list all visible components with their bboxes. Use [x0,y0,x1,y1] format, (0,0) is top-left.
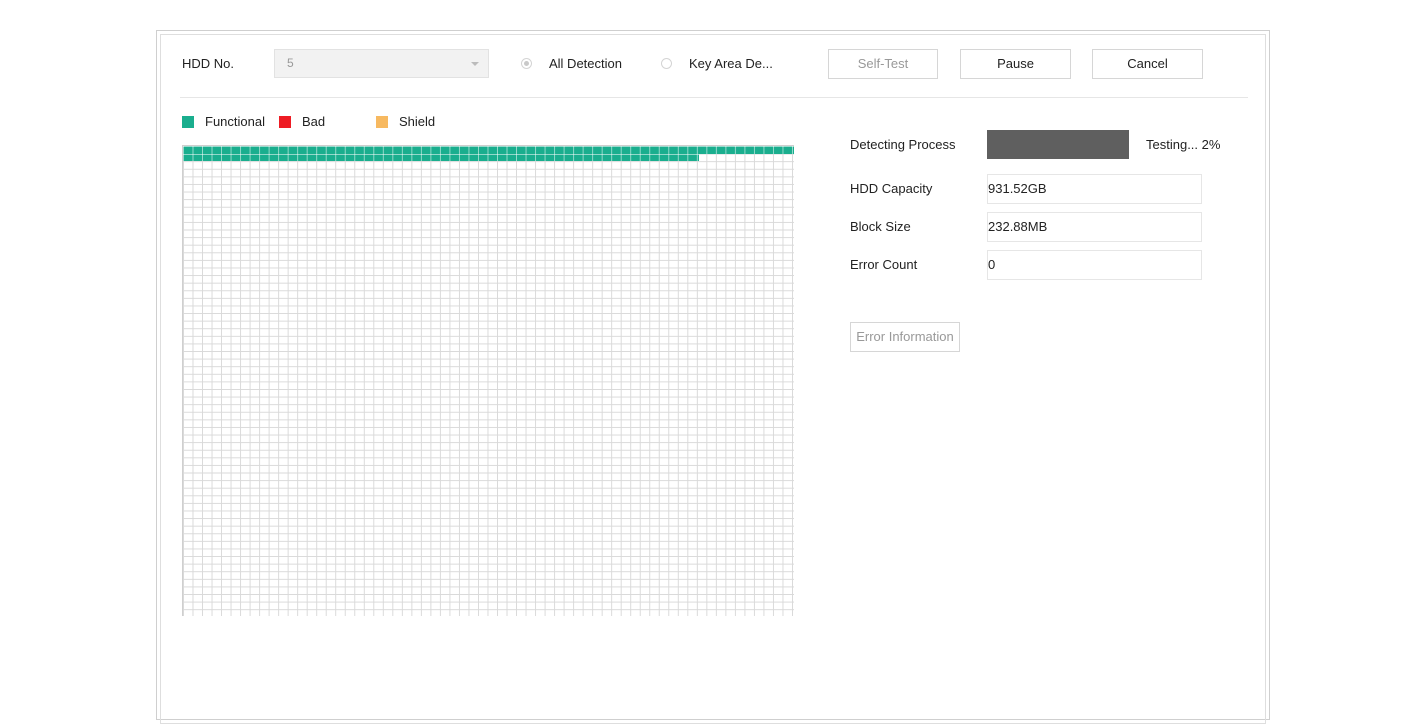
header-divider [180,97,1248,98]
legend-shield-label: Shield [399,114,436,129]
progress-status-text: Testing... 2% [1146,137,1221,152]
detecting-progress-bar [987,130,1129,159]
legend-bad-label: Bad [302,114,326,129]
block-size-value: 232.88MB [988,219,1048,234]
hdd-no-select[interactable]: 5 [274,49,489,78]
pause-button[interactable]: Pause [960,49,1071,79]
grid-cells [183,146,794,616]
cancel-button[interactable]: Cancel [1092,49,1203,79]
hdd-capacity-value: 931.52GB [988,181,1047,196]
radio-all-detection[interactable] [521,58,532,69]
detecting-process-label: Detecting Process [850,137,956,152]
hdd-no-value: 5 [287,56,294,70]
legend-functional-label: Functional [205,114,265,129]
legend-bad-swatch [279,116,291,128]
hdd-capacity-field: 931.52GB [987,174,1202,204]
functional-blocks-row [183,146,794,154]
error-count-label: Error Count [850,257,918,272]
block-size-field: 232.88MB [987,212,1202,242]
error-information-button[interactable]: Error Information [850,322,960,352]
chevron-down-icon [471,62,479,66]
block-size-label: Block Size [850,219,911,234]
radio-key-area-detection[interactable] [661,58,672,69]
self-test-button[interactable]: Self-Test [828,49,938,79]
error-count-field: 0 [987,250,1202,280]
legend-functional-swatch [182,116,194,128]
radio-all-detection-label: All Detection [549,56,622,71]
legend-shield-swatch [376,116,388,128]
hdd-capacity-label: HDD Capacity [850,181,933,196]
hdd-block-grid [182,145,794,616]
hdd-no-label: HDD No. [182,56,235,71]
functional-blocks-partial-row [183,153,700,162]
error-count-value: 0 [988,257,996,272]
radio-key-area-label: Key Area De... [689,56,773,71]
